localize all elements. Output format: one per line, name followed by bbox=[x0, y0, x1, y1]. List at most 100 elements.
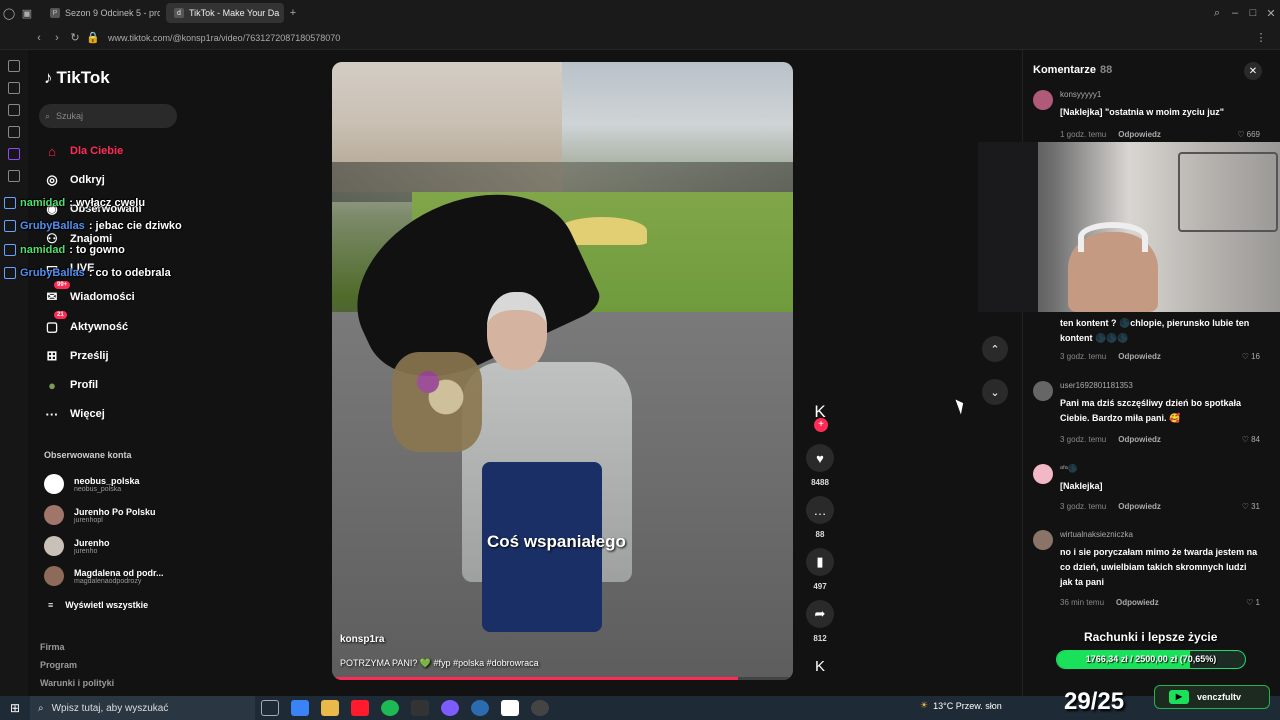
followed-account[interactable]: Jurenho Po Polsku jurenhopl bbox=[44, 505, 209, 525]
see-all-button[interactable]: ≡ Wyświetl wszystkie bbox=[48, 600, 148, 610]
comment-meta: 36 min temu Odpowiedz ♡ 1 bbox=[1060, 598, 1260, 607]
avatar bbox=[44, 505, 64, 525]
nav-odkryj[interactable]: ◎ Odkryj bbox=[44, 171, 105, 189]
comment-button[interactable]: … 88 bbox=[804, 496, 836, 539]
app-icon[interactable] bbox=[531, 700, 549, 716]
weather-widget[interactable]: ☀ 13°C Przew. słon bbox=[920, 700, 1002, 711]
reply-button[interactable]: Odpowiedz bbox=[1118, 130, 1161, 139]
reply-button[interactable]: Odpowiedz bbox=[1118, 502, 1161, 511]
follow-plus-icon[interactable]: + bbox=[814, 418, 828, 432]
nav-wiadomosci[interactable]: ✉ 99+ Wiadomości bbox=[44, 281, 135, 306]
comment-like-button[interactable]: ♡ 16 bbox=[1242, 352, 1260, 361]
like-button[interactable]: ♥ 8488 bbox=[804, 444, 836, 487]
footer-link-warunki[interactable]: Warunki i polityki bbox=[40, 678, 114, 688]
nav-wiecej[interactable]: ··· Więcej bbox=[44, 405, 105, 423]
x-icon[interactable] bbox=[8, 170, 20, 182]
taskbar-search-input[interactable]: ⌕ Wpisz tutaj, aby wyszukać bbox=[30, 696, 255, 720]
spotify-icon[interactable] bbox=[381, 700, 399, 716]
windows-start-icon[interactable]: ⊞ bbox=[0, 701, 30, 715]
reply-button[interactable]: Odpowiedz bbox=[1116, 598, 1159, 607]
video-woman bbox=[462, 292, 632, 680]
pinboard-icon[interactable] bbox=[8, 104, 20, 116]
minimize-icon[interactable]: – bbox=[1226, 7, 1244, 19]
chat-message: GrubyBallas : co to odebrala bbox=[4, 267, 171, 279]
tab-favicon-icon: d bbox=[174, 8, 184, 18]
comment-like-button[interactable]: ♡ 1 bbox=[1246, 598, 1260, 607]
maximize-icon[interactable]: □ bbox=[1244, 7, 1262, 19]
lock-icon: 🔒 bbox=[86, 32, 100, 44]
app-icon[interactable] bbox=[471, 700, 489, 716]
share-button[interactable]: ➦ 812 bbox=[804, 600, 836, 643]
history-icon[interactable] bbox=[8, 60, 20, 72]
video-player[interactable]: Coś wspaniałego konsp1ra POTRZYMA PANI? … bbox=[332, 62, 793, 680]
twitch-icon[interactable] bbox=[8, 148, 20, 160]
nav-aktywnosc[interactable]: ▢ 21 Aktywność bbox=[44, 311, 128, 336]
chevron-down-icon[interactable]: ⌄ bbox=[982, 379, 1008, 405]
app-icon[interactable] bbox=[411, 700, 429, 716]
tab-menu-icon[interactable]: ▣ bbox=[18, 7, 36, 20]
search-icon: ⌕ bbox=[38, 702, 44, 714]
share-icon: ➦ bbox=[806, 600, 834, 628]
author-avatar-button[interactable]: K + bbox=[804, 398, 836, 432]
webcam-headphones bbox=[1078, 222, 1148, 252]
nav-przeslij[interactable]: ⊞ Prześlij bbox=[44, 347, 109, 365]
app-icon[interactable] bbox=[441, 700, 459, 716]
search-icon[interactable]: ⌕ bbox=[1208, 7, 1226, 20]
close-icon[interactable]: ✕ bbox=[1244, 62, 1262, 80]
avatar[interactable] bbox=[1033, 381, 1053, 401]
chat-message: GrubyBallas : jebac cie dziwko bbox=[4, 220, 182, 232]
reply-button[interactable]: Odpowiedz bbox=[1118, 435, 1161, 444]
url-field[interactable]: www.tiktok.com/@konsp1ra/video/763127208… bbox=[108, 33, 340, 43]
footer-link-program[interactable]: Program bbox=[40, 660, 77, 670]
back-icon[interactable]: ‹ bbox=[30, 32, 48, 44]
tiktok-logo[interactable]: ♪ TikTok bbox=[44, 68, 110, 88]
new-tab-icon[interactable]: + bbox=[284, 7, 302, 19]
video-progress-bar[interactable] bbox=[332, 677, 793, 680]
reply-button[interactable]: Odpowiedz bbox=[1118, 352, 1161, 361]
comment-meta: 3 godz. temu Odpowiedz ♡ 31 bbox=[1060, 502, 1260, 511]
opera-taskbar-icon[interactable] bbox=[351, 700, 369, 716]
app-icon[interactable] bbox=[501, 700, 519, 716]
activity-badge: 21 bbox=[54, 311, 67, 319]
comment-like-button[interactable]: ♡ 31 bbox=[1242, 502, 1260, 511]
search-input[interactable]: ⌕ Szukaj bbox=[39, 104, 177, 128]
comment-like-button[interactable]: ♡ 84 bbox=[1242, 435, 1260, 444]
nav-profil[interactable]: ● Profil bbox=[44, 376, 98, 394]
avatar[interactable] bbox=[1033, 90, 1053, 110]
address-bar: ‹ › ↻ 🔒 www.tiktok.com/@konsp1ra/video/7… bbox=[0, 26, 1280, 50]
mail-icon[interactable] bbox=[8, 126, 20, 138]
sound-button[interactable]: K bbox=[804, 652, 836, 680]
extensions-icon[interactable]: ⋮ bbox=[1252, 31, 1270, 44]
task-view-icon[interactable] bbox=[261, 700, 279, 716]
chevron-up-icon[interactable]: ⌃ bbox=[982, 336, 1008, 362]
chat-message: namidad : to gowno bbox=[4, 244, 125, 256]
forward-icon[interactable]: › bbox=[48, 32, 66, 44]
store-icon[interactable] bbox=[291, 700, 309, 716]
comment-meta: 1 godz. temu Odpowiedz ♡ 669 bbox=[1060, 130, 1260, 139]
avatar[interactable] bbox=[1033, 530, 1053, 550]
sub-goal-counter: 29/25 bbox=[1064, 688, 1125, 715]
reload-icon[interactable]: ↻ bbox=[66, 31, 84, 44]
save-button[interactable]: ▮ 497 bbox=[804, 548, 836, 591]
tab-tiktok[interactable]: d TikTok - Make Your Da bbox=[166, 3, 284, 23]
followed-account[interactable]: Jurenho jurenho bbox=[44, 536, 209, 556]
browser-tab-strip: ◯ ▣ P Sezon 9 Odcinek 5 - prog d TikTok … bbox=[0, 0, 1280, 26]
tab-sezon[interactable]: P Sezon 9 Odcinek 5 - prog bbox=[42, 3, 160, 23]
avatar bbox=[44, 474, 64, 494]
footer-link-firma[interactable]: Firma bbox=[40, 642, 65, 652]
chat-message: namidad : wyłącz cwelu bbox=[4, 197, 145, 209]
avatar[interactable] bbox=[1033, 464, 1053, 484]
video-author[interactable]: konsp1ra bbox=[340, 634, 384, 645]
mouse-cursor-icon bbox=[955, 397, 967, 415]
ai-icon[interactable] bbox=[8, 82, 20, 94]
close-window-icon[interactable]: ✕ bbox=[1262, 7, 1280, 20]
chat-badge-icon bbox=[4, 220, 16, 232]
opera-logo-icon[interactable]: ◯ bbox=[0, 7, 18, 20]
video-head bbox=[487, 292, 547, 370]
nav-dla-ciebie[interactable]: ⌂ Dla Ciebie bbox=[44, 142, 123, 160]
chat-badge-icon bbox=[4, 197, 16, 209]
followed-account[interactable]: neobus_polska neobus_polska bbox=[44, 474, 209, 494]
file-explorer-icon[interactable] bbox=[321, 700, 339, 716]
followed-account[interactable]: Magdalena od podr... magdalenaodpodrozy bbox=[44, 566, 209, 586]
comment-like-button[interactable]: ♡ 669 bbox=[1237, 130, 1260, 139]
